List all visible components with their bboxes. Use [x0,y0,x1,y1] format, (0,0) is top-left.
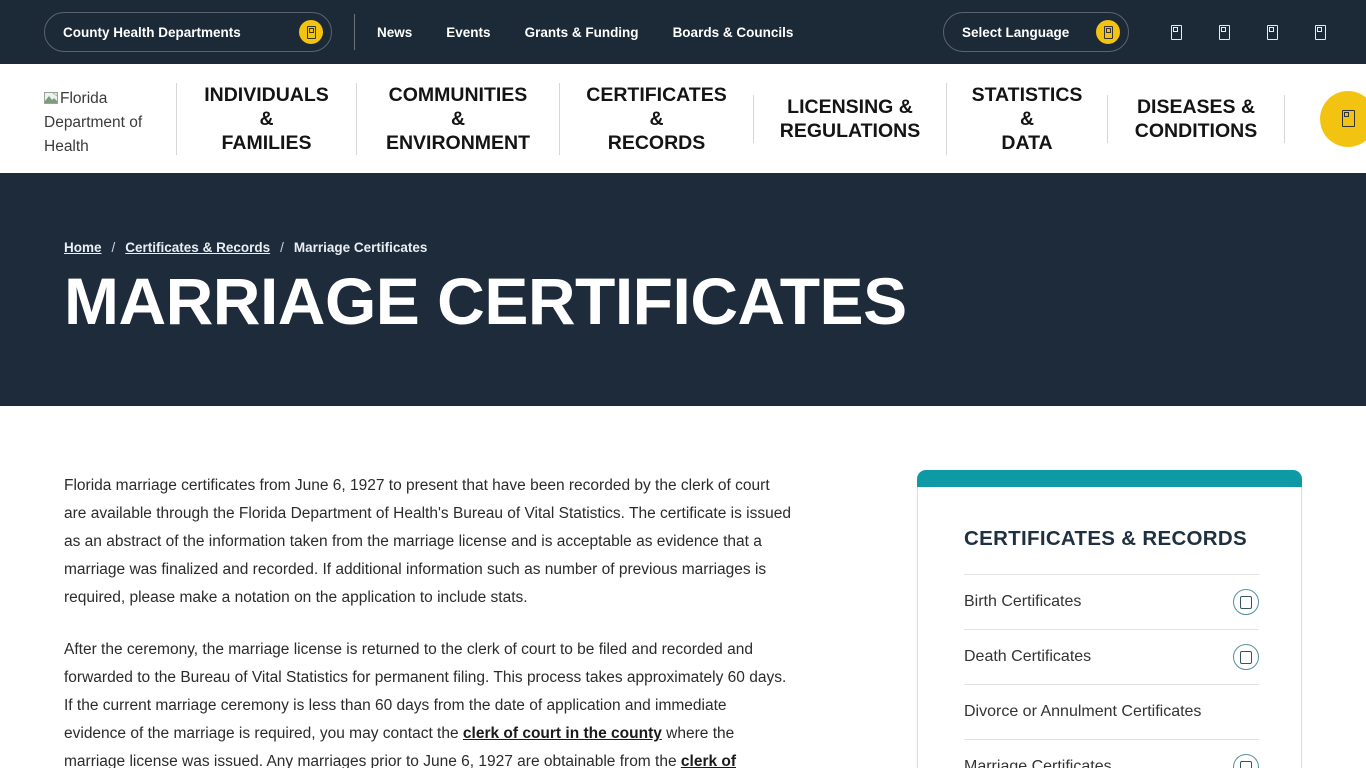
topbar-divider [354,14,355,50]
nav-diseases-conditions[interactable]: DISEASES & CONDITIONS [1107,95,1285,143]
card-accent-bar [917,470,1302,487]
utility-links: News Events Grants & Funding Boards & Co… [377,25,793,40]
sidebar-item-birth-certificates[interactable]: Birth Certificates [964,575,1259,630]
page-title: MARRIAGE CERTIFICATES [64,265,1366,338]
primary-nav-items: INDIVIDUALS & FAMILIES COMMUNITIES & ENV… [176,83,1285,155]
nav-line: INDIVIDUALS [204,83,329,107]
sidebar-item-label: Death Certificates [964,648,1091,666]
breadcrumb: Home / Certificates & Records / Marriage… [64,240,1366,255]
nav-line: DATA [1001,131,1052,155]
article-text: Florida marriage certificates from June … [64,472,792,768]
county-health-departments-dropdown[interactable]: County Health Departments [44,12,332,52]
topnav-grants-funding-link[interactable]: Grants & Funding [525,25,639,40]
page-hero: Home / Certificates & Records / Marriage… [0,173,1366,406]
social-icon-3[interactable] [1267,25,1278,40]
nav-certificates-records[interactable]: CERTIFICATES & RECORDS [559,83,753,155]
topnav-events-link[interactable]: Events [446,25,490,40]
social-icon-1[interactable] [1171,25,1182,40]
breadcrumb-separator: / [280,240,284,255]
expand-circle-icon [1233,589,1259,615]
county-dropdown-chevron-icon [299,20,323,44]
nav-communities-environment[interactable]: COMMUNITIES & ENVIRONMENT [356,83,559,155]
nav-line: RECORDS [608,131,706,155]
card-body: CERTIFICATES & RECORDS Birth Certificate… [917,487,1302,768]
nav-line: CERTIFICATES [586,83,726,107]
breadcrumb-home-link[interactable]: Home [64,240,102,255]
card-link-list: Birth Certificates Death Certificates Di… [964,574,1259,768]
health-logo-broken-image[interactable]: Florida Department of Health [44,87,144,151]
social-icon-4[interactable] [1315,25,1326,40]
nav-statistics-data[interactable]: STATISTICS & DATA [946,83,1107,155]
nav-line: COMMUNITIES [389,83,528,107]
sidebar-item-divorce-annulment-certificates[interactable]: Divorce or Annulment Certificates [964,685,1259,740]
sidebar-item-label: Marriage Certificates [964,758,1112,768]
utility-bar: County Health Departments News Events Gr… [0,0,1366,64]
sidebar-item-marriage-certificates[interactable]: Marriage Certificates [964,740,1259,768]
select-language-label: Select Language [962,25,1069,40]
nav-line: ENVIRONMENT [386,131,530,155]
primary-nav: Florida Department of Health INDIVIDUALS… [0,64,1366,173]
nav-line: & [1020,107,1034,131]
nav-licensing-regulations[interactable]: LICENSING & REGULATIONS [753,95,946,143]
expand-circle-icon [1233,644,1259,670]
nav-line: LICENSING & [787,95,913,119]
nav-line: REGULATIONS [780,119,920,143]
florida-health-marriage-certificates-page: County Health Departments News Events Gr… [0,0,1366,768]
social-icons-group [1171,25,1326,40]
nav-line: & [451,107,465,131]
intro-paragraph: Florida marriage certificates from June … [64,472,792,612]
nav-line: FAMILIES [222,131,312,155]
process-paragraph: After the ceremony, the marriage license… [64,636,792,768]
language-globe-icon [1096,20,1120,44]
nav-line: CONDITIONS [1135,119,1257,143]
search-button[interactable] [1320,91,1366,147]
nav-line: STATISTICS [972,83,1083,107]
county-dropdown-label: County Health Departments [63,25,241,40]
breadcrumb-certificates-records-link[interactable]: Certificates & Records [125,240,270,255]
main-content: Florida marriage certificates from June … [0,406,1366,768]
breadcrumb-current-page: Marriage Certificates [294,240,428,255]
sidebar-item-death-certificates[interactable]: Death Certificates [964,630,1259,685]
card-title: CERTIFICATES & RECORDS [964,527,1259,551]
nav-line: & [259,107,273,131]
social-icon-2[interactable] [1219,25,1230,40]
topnav-news-link[interactable]: News [377,25,412,40]
breadcrumb-separator: / [112,240,116,255]
nav-line: DISEASES & [1137,95,1255,119]
topnav-boards-councils-link[interactable]: Boards & Councils [673,25,794,40]
sidebar-item-label: Divorce or Annulment Certificates [964,703,1201,721]
search-icon [1342,110,1355,127]
select-language-dropdown[interactable]: Select Language [943,12,1129,52]
nav-individuals-families[interactable]: INDIVIDUALS & FAMILIES [176,83,356,155]
nav-line: & [649,107,663,131]
clerk-of-court-county-link[interactable]: clerk of court in the county [463,725,662,742]
sidebar-item-label: Birth Certificates [964,593,1081,611]
certificates-records-card: CERTIFICATES & RECORDS Birth Certificate… [917,470,1302,768]
broken-image-icon [44,92,58,105]
clerk-of-court-link[interactable]: clerk of [681,753,736,768]
expand-circle-icon [1233,754,1259,768]
logo-alt-text: Florida Department of Health [44,90,142,151]
